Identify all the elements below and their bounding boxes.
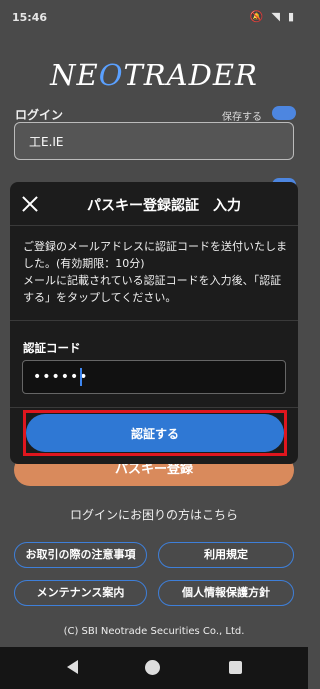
login-id-label: ログイン (15, 108, 64, 122)
passkey-auth-dialog: パスキー登録認証 入力 ご登録のメールアドレスに認証コードを送付いたしました。(… (10, 182, 298, 464)
neotrader-logo: NEOTRADER (50, 58, 258, 92)
system-nav-bar (0, 647, 308, 689)
status-icons: 🔕 ◥ ▮ (250, 10, 294, 23)
battery-icon: ▮ (287, 10, 294, 23)
login-id-field[interactable]: 工E.IE (14, 122, 294, 160)
auth-code-input[interactable] (22, 360, 286, 394)
divider (10, 320, 298, 321)
mute-icon: 🔕 (249, 10, 264, 23)
dialog-header: パスキー登録認証 入力 (10, 182, 298, 226)
status-bar: 15:46 🔕 ◥ ▮ (0, 0, 308, 36)
auth-code-label: 認証コード (23, 341, 81, 355)
terms-link[interactable]: 利用規定 (158, 542, 294, 568)
home-icon[interactable] (145, 660, 160, 675)
copyright: (C) SBI Neotrade Securities Co., Ltd. (63, 626, 245, 637)
message-line-1: ご登録のメールアドレスに認証コードを送付いたしました。(有効期限：10分) (23, 240, 287, 270)
highlight-box (23, 410, 287, 456)
privacy-policy-link[interactable]: 個人情報保護方針 (158, 580, 294, 606)
trading-notes-link[interactable]: お取引の際の注意事項 (14, 542, 147, 568)
dialog-message: ご登録のメールアドレスに認証コードを送付いたしました。(有効期限：10分) メー… (23, 238, 291, 306)
save-toggle[interactable] (272, 106, 296, 120)
wifi-icon: ◥ (271, 10, 280, 23)
recent-apps-icon[interactable] (229, 661, 242, 674)
login-id-value: 工E.IE (29, 135, 64, 149)
message-line-2: メールに記載されている認証コードを入力後、「認証する」をタップしてください。 (23, 274, 282, 304)
login-help-link[interactable]: ログインにお困りの方はこちら (0, 506, 308, 523)
maintenance-link[interactable]: メンテナンス案内 (14, 580, 147, 606)
divider (10, 407, 298, 408)
dialog-title: パスキー登録認証 入力 (87, 198, 241, 214)
back-icon[interactable] (67, 660, 78, 674)
status-time: 15:46 (12, 11, 48, 24)
save-label: 保存する (222, 112, 262, 123)
text-caret (80, 368, 82, 386)
